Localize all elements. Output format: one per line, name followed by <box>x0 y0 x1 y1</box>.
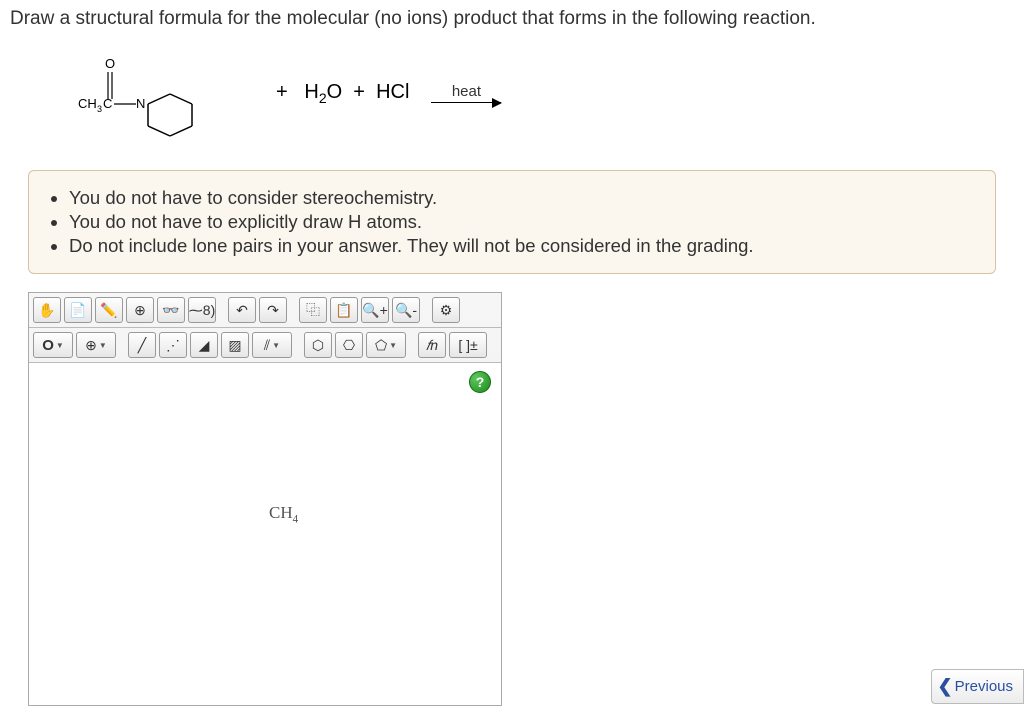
settings-button[interactable]: ⚙ <box>432 297 460 323</box>
svg-text:N: N <box>136 96 145 111</box>
drawing-canvas[interactable]: ? CH4 <box>29 363 501 705</box>
ring-picker[interactable]: ⬠▼ <box>366 332 406 358</box>
help-icon[interactable]: ? <box>469 371 491 393</box>
instruction-item: You do not have to explicitly draw H ato… <box>69 211 977 233</box>
lasso-tool[interactable]: ⁓8) <box>188 297 216 323</box>
dashed-bond-tool[interactable]: ⋰ <box>159 332 187 358</box>
wedge-down-tool[interactable]: ▨ <box>221 332 249 358</box>
instruction-item: You do not have to consider stereochemis… <box>69 187 977 209</box>
chevron-left-icon: ❮ <box>938 676 953 697</box>
undo-button[interactable]: ↶ <box>228 297 256 323</box>
instructions-box: You do not have to consider stereochemis… <box>28 170 996 274</box>
multi-bond-tool[interactable]: ⫽▼ <box>252 332 292 358</box>
previous-button[interactable]: ❮ Previous <box>931 669 1024 704</box>
cyclohexane-tool[interactable]: ⎔ <box>335 332 363 358</box>
copy-button[interactable]: ⿻ <box>299 297 327 323</box>
zoom-in-button[interactable]: 🔍+ <box>361 297 389 323</box>
erase-tool[interactable]: ✏️ <box>95 297 123 323</box>
instruction-item: Do not include lone pairs in your answer… <box>69 235 977 257</box>
wedge-up-tool[interactable]: ◢ <box>190 332 218 358</box>
reactant-structure: CH 3 C O N <box>70 48 230 138</box>
placed-molecule[interactable]: CH4 <box>269 503 298 525</box>
atom-picker[interactable]: O▼ <box>33 332 73 358</box>
paste-button[interactable]: 📋 <box>330 297 358 323</box>
structure-editor: ✋ 📄 ✏️ ⊕ 👓 ⁓8) ↶ ↷ ⿻ 📋 🔍+ 🔍- ⚙ O▼ ⊕▼ ╱ ⋰… <box>28 292 502 706</box>
svg-text:CH: CH <box>78 96 97 111</box>
bracket-tool[interactable]: [ ]± <box>449 332 487 358</box>
toolbar-row-2: O▼ ⊕▼ ╱ ⋰ ◢ ▨ ⫽▼ ⬡ ⎔ ⬠▼ 𝑓n [ ]± <box>29 328 501 363</box>
chain-tool[interactable]: 𝑓n <box>418 332 446 358</box>
new-button[interactable]: 📄 <box>64 297 92 323</box>
view-tool[interactable]: 👓 <box>157 297 185 323</box>
reaction-text-block: + H2O + HCl <box>276 81 409 106</box>
center-tool[interactable]: ⊕ <box>126 297 154 323</box>
svg-text:O: O <box>105 56 115 71</box>
reaction-arrow: heat <box>431 83 501 103</box>
hand-tool[interactable]: ✋ <box>33 297 61 323</box>
benzene-tool[interactable]: ⬡ <box>304 332 332 358</box>
zoom-out-button[interactable]: 🔍- <box>392 297 420 323</box>
redo-button[interactable]: ↷ <box>259 297 287 323</box>
toolbar-row-1: ✋ 📄 ✏️ ⊕ 👓 ⁓8) ↶ ↷ ⿻ 📋 🔍+ 🔍- ⚙ <box>29 293 501 328</box>
reaction-equation: CH 3 C O N + H2O + HCl heat <box>0 30 1024 150</box>
question-text: Draw a structural formula for the molecu… <box>0 0 1024 30</box>
svg-text:3: 3 <box>97 104 102 114</box>
single-bond-tool[interactable]: ╱ <box>128 332 156 358</box>
charge-picker[interactable]: ⊕▼ <box>76 332 116 358</box>
